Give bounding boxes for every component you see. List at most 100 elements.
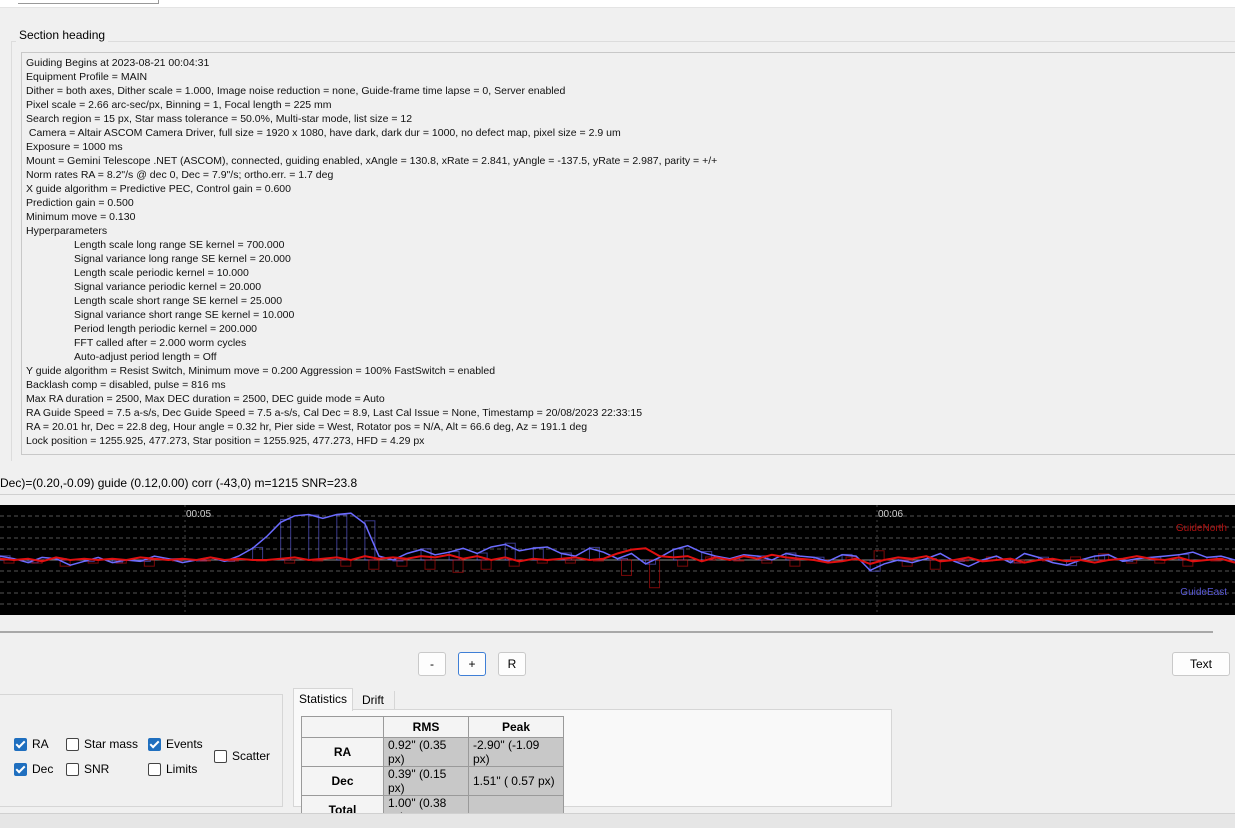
guide-north-label: GuideNorth [1176, 523, 1227, 534]
table-header-row: RMS Peak [301, 716, 564, 738]
dec-checkbox[interactable]: Dec [14, 762, 53, 776]
graph-correction-bar [564, 559, 576, 564]
star-mass-checkbox-box[interactable] [66, 737, 79, 751]
row-header-dec: Dec [301, 766, 384, 796]
log-line: Backlash comp = disabled, pulse = 816 ms [26, 379, 226, 391]
snr-checkbox-label: SNR [84, 762, 110, 776]
status-separator [0, 494, 1235, 495]
log-line: Signal variance periodic kernel = 20.000 [74, 281, 262, 293]
ra-peak-cell: -2.90" (-1.09 px) [468, 737, 564, 767]
graph-correction-bar [280, 518, 292, 561]
table-row: Dec 0.39" (0.15 px) 1.51" ( 0.57 px) [301, 766, 564, 796]
graph-correction-bar [340, 559, 352, 567]
graph-scrollbar[interactable] [0, 631, 1213, 633]
dec-peak-cell: 1.51" ( 0.57 px) [468, 766, 564, 796]
events-checkbox-label: Events [166, 737, 203, 751]
log-line: Max RA duration = 2500, Max DEC duration… [26, 393, 385, 405]
section-border [11, 41, 1235, 42]
limits-checkbox-box[interactable] [148, 762, 161, 776]
star-mass-checkbox[interactable]: Star mass [66, 737, 138, 751]
reset-zoom-button[interactable]: R [498, 652, 526, 676]
events-checkbox[interactable]: Events [148, 737, 203, 751]
snr-checkbox-box[interactable] [66, 762, 79, 776]
section-heading: Section heading [16, 28, 109, 42]
text-button[interactable]: Text [1172, 652, 1230, 676]
graph-correction-bar [789, 559, 801, 567]
log-line: RA = 20.01 hr, Dec = 22.8 deg, Hour angl… [26, 421, 588, 433]
graph-options-panel: RA Dec Star mass SNR Events Limits Scatt… [0, 694, 283, 807]
tab-statistics[interactable]: Statistics [293, 688, 353, 711]
log-line: Auto-adjust period length = Off [74, 351, 217, 363]
graph-correction-bar [199, 559, 211, 562]
log-line: Length scale short range SE kernel = 25.… [74, 295, 283, 307]
log-line: Hyperparameters [26, 225, 108, 237]
scatter-checkbox-label: Scatter [232, 749, 271, 763]
graph-correction-bar [873, 550, 885, 561]
graph-correction-bar [284, 559, 296, 564]
zoom-out-button[interactable]: - [418, 652, 446, 676]
ra-checkbox-label: RA [32, 737, 49, 751]
column-header-peak: Peak [468, 716, 564, 738]
log-line: Minimum move = 0.130 [26, 211, 136, 223]
ra-rms-cell: 0.92" (0.35 px) [383, 737, 469, 767]
log-line: Lock position = 1255.925, 477.273, Star … [26, 435, 425, 447]
graph-correction-bar [673, 548, 685, 561]
graph-correction-bar [424, 559, 436, 570]
log-line: Guiding Begins at 2023-08-21 00:04:31 [26, 57, 210, 69]
star-mass-checkbox-label: Star mass [84, 737, 139, 751]
graph-correction-bar [621, 559, 632, 576]
bottom-status-bar [0, 813, 1235, 828]
table-corner [301, 716, 384, 738]
ra-checkbox-box[interactable] [14, 737, 27, 751]
log-line: Signal variance long range SE kernel = 2… [74, 253, 291, 265]
graph-time-label: 00:05 [186, 509, 211, 520]
graph-correction-bar [733, 559, 745, 562]
scatter-checkbox[interactable]: Scatter [214, 749, 270, 763]
log-line: FFT called after = 2.000 worm cycles [74, 337, 247, 349]
log-line: Period length periodic kernel = 200.000 [74, 323, 258, 335]
zoom-in-button[interactable]: + [458, 652, 486, 676]
log-line: Mount = Gemini Telescope .NET (ASCOM), c… [26, 155, 718, 167]
log-line: Dither = both axes, Dither scale = 1.000… [26, 85, 566, 97]
guide-east-label: GuideEast [1180, 587, 1227, 598]
log-line: Y guide algorithm = Resist Switch, Minim… [26, 365, 496, 377]
tab-drift[interactable]: Drift [352, 691, 395, 710]
log-line: RA Guide Speed = 7.5 a-s/s, Dec Guide Sp… [26, 407, 643, 419]
ra-checkbox[interactable]: RA [14, 737, 49, 751]
table-row: RA 0.92" (0.35 px) -2.90" (-1.09 px) [301, 737, 564, 767]
guide-log-textbox[interactable]: Guiding Begins at 2023-08-21 00:04:31 Equ… [21, 52, 1235, 455]
graph-correction-bar [761, 559, 773, 564]
graph-time-label: 00:06 [878, 509, 903, 520]
log-line: Norm rates RA = 8.2"/s @ dec 0, Dec = 7.… [26, 169, 334, 181]
limits-checkbox-label: Limits [166, 762, 198, 776]
top-panel-strip [0, 0, 1235, 8]
log-line: Camera = Altair ASCOM Camera Driver, ful… [26, 127, 621, 139]
section-border-left [11, 41, 12, 461]
events-checkbox-box[interactable] [148, 737, 161, 751]
statistics-table: RMS Peak RA 0.92" (0.35 px) -2.90" (-1.0… [301, 716, 564, 825]
column-header-rms: RMS [383, 716, 469, 738]
dec-rms-cell: 0.39" (0.15 px) [383, 766, 469, 796]
scatter-checkbox-box[interactable] [214, 749, 227, 763]
guide-status-line: Dec)=(0.20,-0.09) guide (0.12,0.00) corr… [0, 476, 358, 490]
limits-checkbox[interactable]: Limits [148, 762, 197, 776]
log-line: X guide algorithm = Predictive PEC, Cont… [26, 183, 291, 195]
row-header-ra: RA [301, 737, 384, 767]
snr-checkbox[interactable]: SNR [66, 762, 109, 776]
log-line: Prediction gain = 0.500 [26, 197, 134, 209]
graph-correction-bar [480, 559, 492, 570]
top-panel-fragment [18, 0, 159, 4]
log-line: Signal variance short range SE kernel = … [74, 309, 295, 321]
log-line: Length scale long range SE kernel = 700.… [74, 239, 285, 251]
log-line: Exposure = 1000 ms [26, 141, 123, 153]
dec-checkbox-box[interactable] [14, 762, 27, 776]
graph-correction-bar [677, 559, 689, 567]
log-line: Search region = 15 px, Star mass toleran… [26, 113, 413, 125]
graph-correction-bar [957, 559, 969, 562]
log-line: Equipment Profile = MAIN [26, 71, 148, 83]
log-line: Pixel scale = 2.66 arc-sec/px, Binning =… [26, 99, 332, 111]
graph-correction-bar [452, 559, 464, 573]
guide-graph-canvas: 00:05 00:06 GuideNorth GuideEast [0, 505, 1235, 615]
guide-log-lines: Guiding Begins at 2023-08-21 00:04:31 Equ… [26, 56, 717, 448]
guide-graph[interactable]: 00:05 00:06 GuideNorth GuideEast [0, 505, 1235, 615]
